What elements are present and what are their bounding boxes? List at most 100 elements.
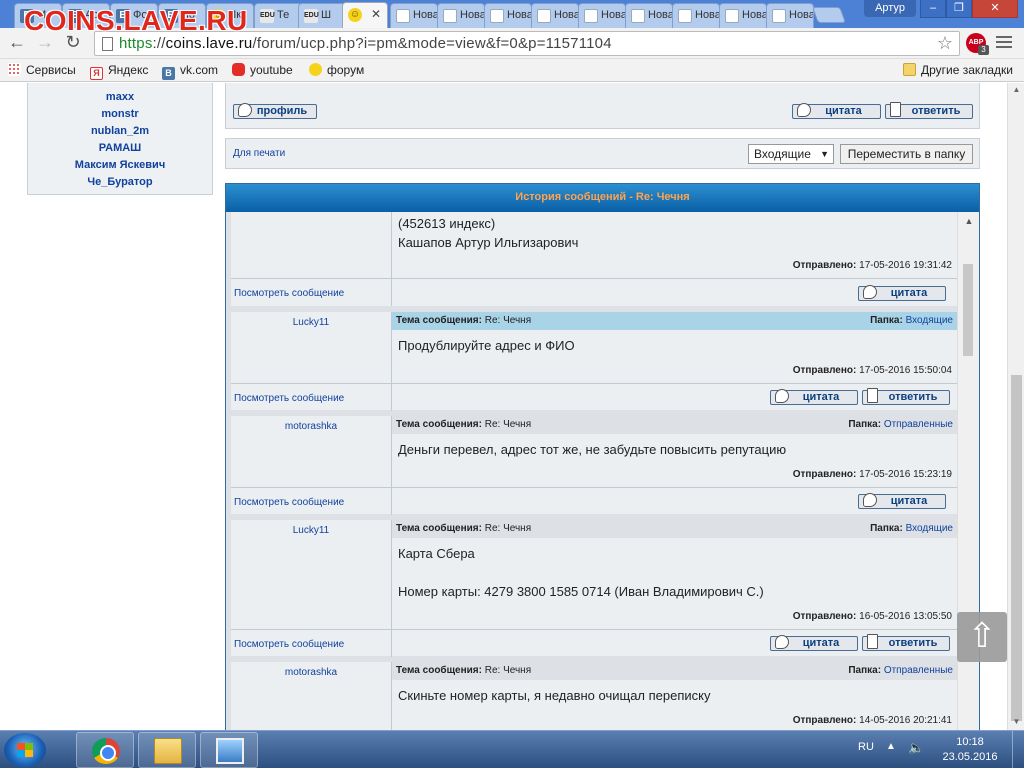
profile-button[interactable]: профиль [233,103,317,119]
scroll-to-top-button[interactable]: ⇧ [957,612,1007,662]
browser-tab[interactable]: Новая [719,3,767,28]
bookmark-youtube[interactable]: youtube [232,63,293,77]
bookmark-services[interactable]: Сервисы [8,63,76,77]
message-text: Скиньте номер карты, я недавно очищал пе… [398,686,711,705]
sent-date: Отправлено: 17-05-2016 15:23:19 [792,469,952,480]
browser-tab[interactable]: Новая [672,3,720,28]
browser-tab[interactable]: Новая [390,3,438,28]
scrollbar-thumb[interactable] [1011,375,1022,721]
folder-link[interactable]: Входящие [906,315,953,326]
bookmark-yandex[interactable]: Я Яндекс [90,63,148,80]
taskbar-chrome[interactable] [76,732,134,768]
chevron-down-icon: ▼ [820,149,829,159]
browser-tab[interactable]: EDU Те [254,3,302,28]
bookmark-star-icon[interactable]: ☆ [937,33,953,54]
history-message: motorashka Тема сообщения: Re: Чечня Папка… [231,662,957,730]
volume-icon[interactable]: 🔈 [908,740,924,768]
close-window-button[interactable]: ✕ [972,0,1018,18]
message-subject-bar: Тема сообщения: Re: Чечня Папка: Отправле… [392,416,957,434]
print-link[interactable]: Для печати [233,148,285,159]
author-link[interactable]: Lucky11 [231,520,391,536]
reply-button[interactable]: ответить [862,634,950,651]
browser-tab[interactable]: Новая [578,3,626,28]
new-tab-button[interactable] [812,7,846,23]
history-message: motorashka Тема сообщения: Re: Чечня Папка… [231,416,957,515]
reply-button[interactable]: ответить [885,102,973,119]
scroll-down-icon[interactable]: ▼ [1008,717,1024,726]
clock[interactable]: 10:18 23.05.2016 [936,735,1004,765]
author-link[interactable]: motorashka [231,662,391,678]
scrollbar-thumb[interactable] [963,264,973,356]
browser-menu-icon[interactable] [996,36,1012,50]
windows-logo-icon [17,743,33,757]
browser-tab[interactable]: Новая [484,3,532,28]
view-message-link[interactable]: Посмотреть сообщение [234,639,344,650]
show-desktop-button[interactable] [1012,731,1024,768]
other-bookmarks[interactable]: Другие закладки [903,63,1013,77]
browser-tab[interactable]: Новая [531,3,579,28]
quote-button[interactable]: цитата [858,493,946,509]
user-link[interactable]: nublan_2m [28,123,212,140]
browser-tab[interactable]: Новая [625,3,673,28]
message-line: (452613 индекс) [398,216,496,231]
history-message: (452613 индекс) Кашапов Артур Ильгизаров… [231,212,957,306]
folder-link[interactable]: Отправленные [884,665,953,676]
yandex-icon: Я [90,67,103,80]
minimize-button[interactable]: – [920,0,946,18]
subject-text: Re: Чечня [484,315,532,326]
profile-button[interactable]: Артур [864,0,916,17]
doc-icon [725,9,739,23]
message-line: Скиньте номер карты, я недавно очищал пе… [398,688,711,703]
folder-link[interactable]: Отправленные [884,419,953,430]
user-link[interactable]: Че_Буратор [28,174,212,191]
browser-tab[interactable]: ☺ ✕ [342,2,388,28]
user-link[interactable]: maxx [28,89,212,106]
quote-button[interactable]: цитата [858,285,946,301]
youtube-icon [232,63,245,76]
reply-button[interactable]: ответить [862,388,950,405]
user-link[interactable]: monstr [28,106,212,123]
view-message-link[interactable]: Посмотреть сообщение [234,497,344,508]
page-info-icon[interactable] [102,37,113,51]
author-link[interactable]: Lucky11 [231,312,391,328]
taskbar-explorer[interactable] [138,732,196,768]
folder-link[interactable]: Входящие [906,523,953,534]
history-scroll-area[interactable]: (452613 индекс) Кашапов Артур Ильгизаров… [226,212,958,730]
folder-select[interactable]: Входящие ▼ [748,144,834,164]
user-link[interactable]: РАМАШ [28,140,212,157]
browser-tab[interactable]: EDU Ш [298,3,346,28]
print-panel: Для печати Входящие ▼ Переместить в папку [225,138,980,169]
view-message-link[interactable]: Посмотреть сообщение [234,288,344,299]
view-message-link[interactable]: Посмотреть сообщение [234,393,344,404]
message-text: Деньги перевел, адрес тот же, не забудьт… [398,440,786,459]
url-text: https://coins.lave.ru/forum/ucp.php?i=pm… [119,35,612,52]
author-link[interactable]: motorashka [231,416,391,432]
user-link[interactable]: Максим Яскевич [28,157,212,174]
tray-arrow-icon[interactable]: ▲ [886,741,896,768]
message-actions-panel: профиль цитата ответить [225,83,980,129]
scroll-up-icon[interactable]: ▲ [958,216,980,226]
message-history: История сообщений - Re: Чечня (452613 ин… [225,183,980,730]
history-title: История сообщений - Re: Чечня [226,184,979,212]
quote-button[interactable]: цитата [770,635,858,651]
message-footer: Посмотреть сообщение цитата ответить [231,383,957,411]
move-to-folder-button[interactable]: Переместить в папку [840,144,973,164]
browser-tab[interactable]: Нова [766,3,814,28]
sent-date: Отправлено: 17-05-2016 19:31:42 [792,260,952,271]
quote-button[interactable]: цитата [770,389,858,405]
message-line: Номер карты: 4279 3800 1585 0714 (Иван В… [398,584,764,599]
close-tab-icon[interactable]: ✕ [371,7,381,21]
start-button[interactable] [4,733,46,767]
language-indicator[interactable]: RU [858,741,874,768]
bookmark-vk[interactable]: Bvk.com [162,63,218,80]
taskbar-photo-viewer[interactable] [200,732,258,768]
browser-tab[interactable]: Новая [437,3,485,28]
bookmarks-bar: Сервисы Я Яндекс Bvk.com youtube форум Др… [0,59,1024,82]
page-scrollbar[interactable]: ▲ ▼ [1007,83,1024,730]
scroll-up-icon[interactable]: ▲ [1008,85,1024,94]
message-text: Продублируйте адрес и ФИО [398,336,575,355]
edu-icon: EDU [260,9,275,23]
quote-button[interactable]: цитата [792,103,881,119]
bookmark-forum[interactable]: форум [309,63,364,77]
maximize-button[interactable]: ❐ [946,0,972,18]
